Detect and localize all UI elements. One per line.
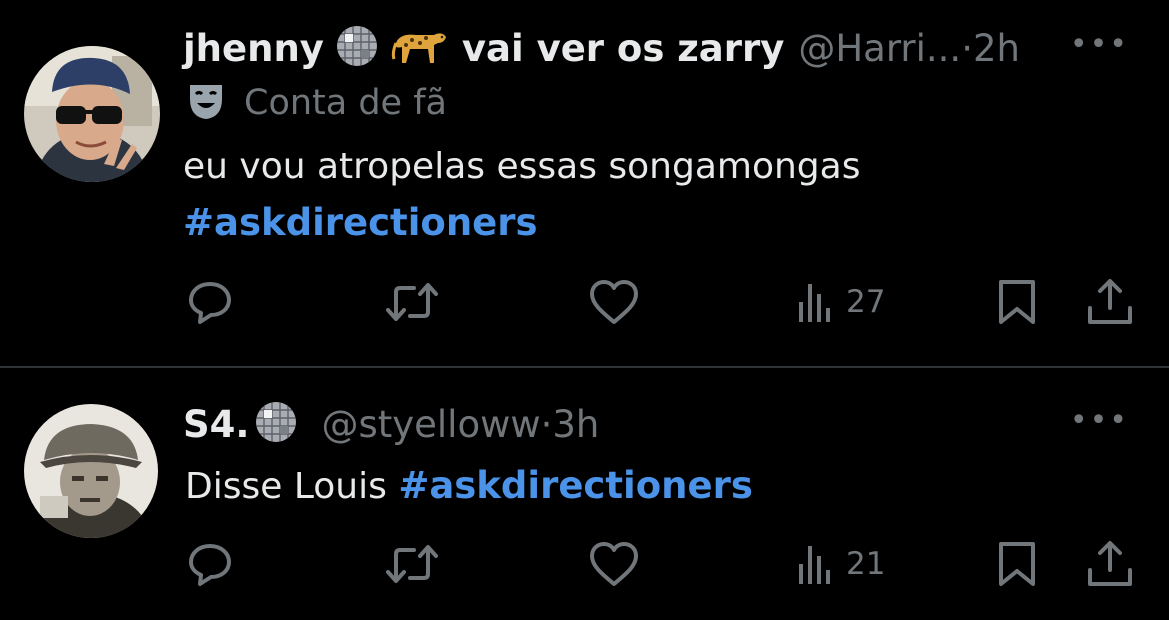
views-count: 21	[846, 546, 886, 582]
action-bar: 27	[0, 274, 1169, 330]
more-options-icon[interactable]: •••	[1070, 406, 1129, 436]
display-name-suffix[interactable]: vai ver os zarry	[462, 27, 784, 70]
bookmark-button[interactable]	[996, 536, 1038, 592]
bookmark-button[interactable]	[996, 274, 1038, 330]
leopard-icon	[390, 23, 448, 73]
timestamp[interactable]: 2h	[973, 27, 1020, 70]
separator-dot: ·	[540, 402, 553, 446]
display-name[interactable]: S4.	[183, 403, 249, 446]
display-name[interactable]: jhenny	[183, 27, 324, 70]
tweet-text: Disse Louis #askdirectioners	[185, 458, 753, 515]
heart-icon	[590, 280, 638, 324]
hashtag-link[interactable]: #askdirectioners	[398, 464, 753, 507]
more-options-icon[interactable]: •••	[1070, 30, 1129, 60]
retweet-icon	[386, 283, 438, 321]
views-icon	[799, 284, 830, 322]
hashtag-link[interactable]: #askdirectioners	[183, 195, 860, 251]
like-button[interactable]	[588, 536, 640, 592]
disco-ball-icon	[253, 399, 299, 449]
separator-dot: ·	[961, 26, 973, 70]
like-button[interactable]	[588, 274, 640, 330]
avatar[interactable]	[24, 46, 160, 182]
tweet-text-line: eu vou atropelas essas songamongas	[183, 146, 861, 187]
retweet-button[interactable]	[384, 536, 440, 592]
reply-button[interactable]	[186, 536, 234, 592]
disco-ball-icon	[334, 23, 380, 73]
share-button[interactable]	[1084, 536, 1136, 592]
share-icon	[1088, 541, 1132, 586]
tweet-header: S4. @styelloww · 3h	[183, 400, 599, 448]
user-handle[interactable]: @Harri...	[798, 27, 961, 70]
views-icon	[799, 546, 830, 584]
theater-masks-icon	[186, 81, 226, 125]
retweet-icon	[386, 545, 438, 583]
views-count: 27	[846, 284, 886, 320]
bookmark-icon	[999, 542, 1035, 586]
heart-icon	[590, 542, 638, 586]
reply-icon	[189, 544, 231, 586]
avatar[interactable]	[24, 404, 158, 538]
tweet-text: eu vou atropelas essas songamongas #askd…	[183, 139, 860, 251]
retweet-button[interactable]	[384, 274, 440, 330]
tweet-header: jhenny vai ver os zarry @Harri... · 2h	[183, 24, 1020, 72]
share-button[interactable]	[1084, 274, 1136, 330]
share-icon	[1088, 279, 1132, 324]
views-button[interactable]: 27	[796, 274, 885, 330]
reply-button[interactable]	[186, 274, 234, 330]
tweet-text-line: Disse Louis	[185, 466, 387, 507]
reply-icon	[189, 282, 231, 324]
action-bar: 21	[0, 536, 1169, 592]
fan-account-badge: Conta de fã	[186, 80, 447, 126]
user-handle[interactable]: @styelloww	[321, 403, 540, 446]
bookmark-icon	[999, 280, 1035, 324]
tweet-1[interactable]: jhenny vai ver os zarry @Harri... · 2h •…	[0, 0, 1169, 366]
badge-label: Conta de fã	[244, 83, 447, 123]
views-button[interactable]: 21	[796, 536, 885, 592]
timestamp[interactable]: 3h	[552, 403, 599, 446]
